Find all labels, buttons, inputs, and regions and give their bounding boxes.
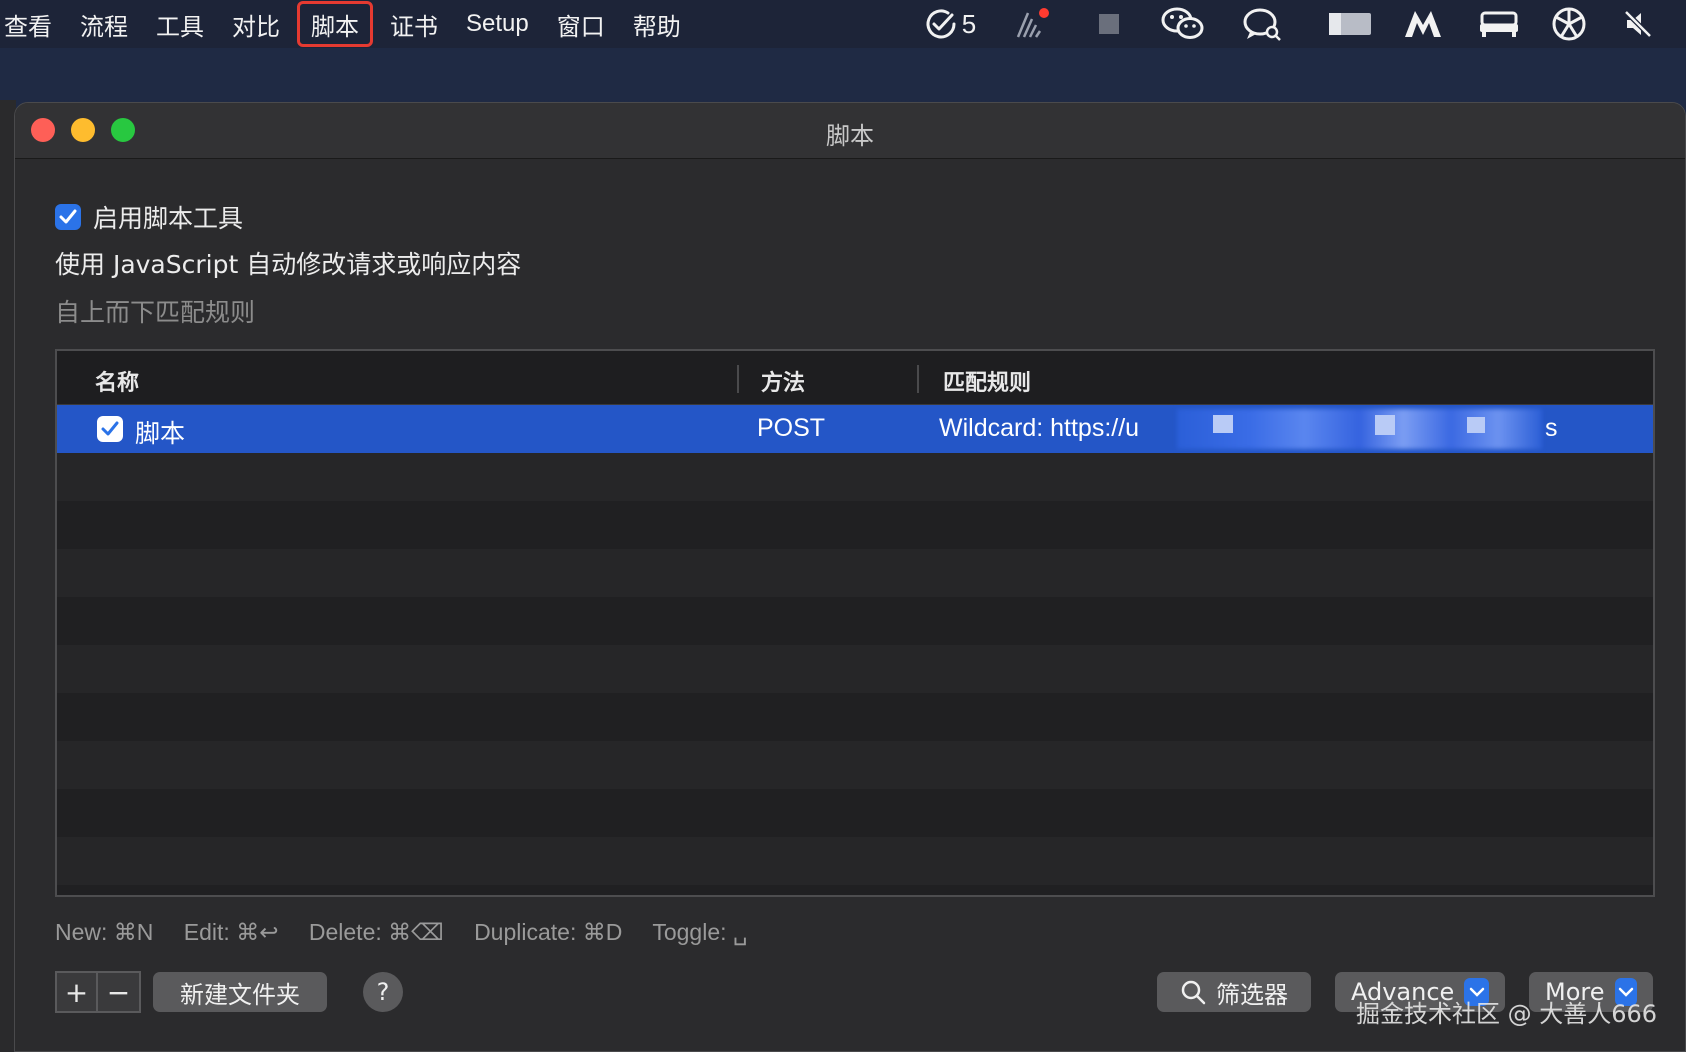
remove-script-button[interactable]: −: [98, 973, 139, 1011]
display-icon[interactable]: [1326, 0, 1374, 48]
empty-row: [57, 741, 1653, 789]
row-rule: Wildcard: https://u: [939, 414, 1140, 442]
empty-row: [57, 549, 1653, 597]
stop-icon[interactable]: [1094, 0, 1124, 48]
enable-label: 启用脚本工具: [93, 204, 244, 233]
row-method: POST: [757, 414, 826, 442]
empty-row: [57, 453, 1653, 501]
shortcut-new: New: ⌘N: [55, 919, 154, 945]
column-header-rule[interactable]: 匹配规则: [943, 365, 1031, 397]
menu-window[interactable]: 窗口: [546, 1, 616, 47]
menu-view[interactable]: 查看: [0, 1, 63, 47]
bed-icon[interactable]: [1476, 0, 1522, 48]
radar-icon[interactable]: [1010, 0, 1054, 48]
window-title: 脚本: [826, 122, 874, 150]
table-header: 名称 方法 匹配规则: [57, 351, 1653, 405]
column-divider[interactable]: [737, 365, 739, 393]
mute-icon[interactable]: [1620, 0, 1656, 48]
tray-tasks[interactable]: 5: [920, 0, 980, 48]
row-rule-suffix: s: [1545, 414, 1558, 442]
empty-row: [57, 645, 1653, 693]
redacted-url: [1375, 415, 1395, 435]
column-divider[interactable]: [917, 365, 919, 393]
add-script-button[interactable]: +: [57, 973, 99, 1011]
menu-compare[interactable]: 对比: [221, 1, 291, 47]
empty-row: [57, 597, 1653, 645]
shortcut-delete: Delete: ⌘⌫: [308, 919, 444, 945]
new-folder-button[interactable]: 新建文件夹: [153, 972, 327, 1012]
search-icon: [1181, 980, 1206, 1005]
shortcut-toggle: Toggle: ␣: [652, 919, 748, 945]
row-enabled-checkbox[interactable]: [97, 416, 123, 442]
script-window: 脚本 启用脚本工具 使用 JavaScript 自动修改请求或响应内容 自上而下…: [14, 102, 1686, 1052]
empty-row: [57, 837, 1653, 885]
add-remove-control: + −: [55, 971, 141, 1013]
empty-row: [57, 693, 1653, 741]
column-header-method[interactable]: 方法: [761, 365, 805, 397]
m-logo-icon[interactable]: [1400, 0, 1446, 48]
table-row[interactable]: 脚本 POST Wildcard: https://u s: [57, 405, 1653, 453]
enable-script-tool[interactable]: 启用脚本工具: [55, 199, 243, 235]
aperture-icon[interactable]: [1548, 0, 1590, 48]
empty-row: [57, 789, 1653, 837]
match-order-hint: 自上而下匹配规则: [55, 298, 256, 327]
column-header-name[interactable]: 名称: [95, 365, 139, 397]
tool-description: 使用 JavaScript 自动修改请求或响应内容: [55, 250, 522, 279]
menu-setup[interactable]: Setup: [455, 1, 540, 47]
script-table: 名称 方法 匹配规则 脚本 POST Wildcard: https://u s: [55, 349, 1655, 897]
chat-search-icon[interactable]: [1240, 0, 1286, 48]
checkmark-icon: [59, 209, 77, 224]
redacted-url: [1213, 415, 1233, 433]
enable-checkbox[interactable]: [55, 204, 81, 230]
menu-flow[interactable]: 流程: [69, 1, 139, 47]
keyboard-shortcuts: New: ⌘N Edit: ⌘↩ Delete: ⌘⌫ Duplicate: ⌘…: [55, 919, 771, 946]
menu-script[interactable]: 脚本: [297, 1, 373, 47]
filter-button[interactable]: 筛选器: [1157, 972, 1311, 1012]
window-titlebar[interactable]: 脚本: [15, 103, 1685, 159]
menu-tools[interactable]: 工具: [145, 1, 215, 47]
filter-label: 筛选器: [1216, 980, 1288, 1009]
check-circle-icon: [926, 9, 956, 39]
help-button[interactable]: ?: [363, 972, 403, 1012]
watermark: 掘金技术社区 @ 大善人666: [1356, 1000, 1658, 1028]
row-name: 脚本: [135, 419, 186, 448]
tray-task-count: 5: [961, 8, 977, 39]
menu-certificate[interactable]: 证书: [379, 1, 449, 47]
shortcut-edit: Edit: ⌘↩: [183, 919, 279, 945]
wechat-icon[interactable]: [1160, 0, 1206, 48]
menu-help[interactable]: 帮助: [622, 1, 692, 47]
empty-row: [57, 501, 1653, 549]
checkmark-icon: [101, 421, 119, 436]
redacted-url: [1467, 417, 1485, 433]
shortcut-duplicate: Duplicate: ⌘D: [474, 919, 623, 945]
